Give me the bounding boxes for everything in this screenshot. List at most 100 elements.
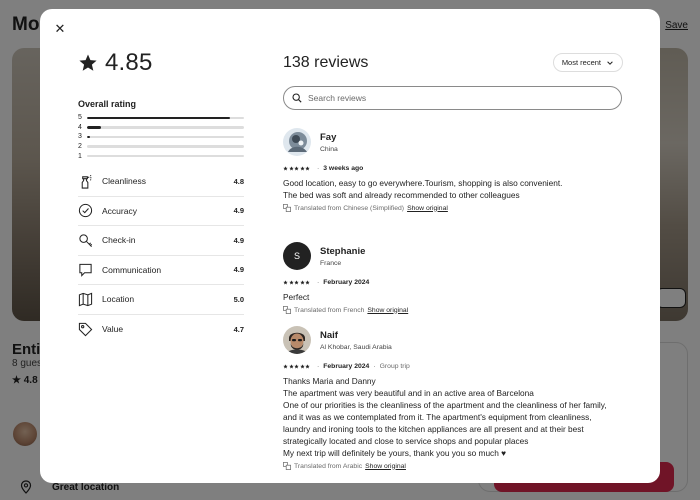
overall-score-header: 4.85 <box>78 49 153 77</box>
star-icon <box>79 54 97 71</box>
category-score: 4.7 <box>233 324 244 334</box>
overall-rating-label: Overall rating <box>78 99 137 109</box>
search-reviews-box[interactable] <box>283 86 622 110</box>
category-accuracy: Accuracy 4.9 <box>78 197 244 226</box>
review-text-line: strategically located and close to servi… <box>283 436 529 446</box>
category-label: Accuracy <box>102 205 137 216</box>
category-check-in: Check-in 4.9 <box>78 226 244 256</box>
reviews-count-title: 138 reviews <box>283 54 369 71</box>
review-item: Naif Al Khobar, Saudi Arabia · February … <box>283 325 623 470</box>
translate-icon <box>283 462 291 470</box>
meta-separator: · <box>316 164 320 172</box>
meta-separator: · <box>316 278 320 286</box>
review-text-line: One of our priorities is the cleanliness… <box>283 400 607 410</box>
rating-row-3: 3 <box>78 132 244 142</box>
rating-row-stars: 3 <box>78 133 82 141</box>
review-date: 3 weeks ago <box>323 164 364 172</box>
review-star-rating <box>283 363 311 369</box>
review-text-line: Perfect <box>283 292 310 302</box>
search-reviews-input[interactable] <box>308 93 608 103</box>
review-text: Perfect <box>283 291 623 303</box>
star-icon <box>283 363 288 368</box>
reviewer-avatar[interactable] <box>283 326 311 354</box>
sort-dropdown-label: Most recent <box>561 58 601 67</box>
reviewer-avatar[interactable]: S <box>283 242 311 270</box>
review-text-line: laundry and ironing tools to the kitchen… <box>283 424 584 434</box>
rating-row-2: 2 <box>78 142 244 152</box>
rating-row-stars: 4 <box>78 123 82 131</box>
meta-separator: · <box>316 362 320 370</box>
category-score: 4.8 <box>233 176 244 186</box>
rating-row-4: 4 <box>78 123 244 133</box>
category-label: Cleanliness <box>102 176 146 187</box>
star-icon <box>288 279 294 284</box>
rating-bar <box>87 154 244 158</box>
review-text-line: Thanks Maria and Danny <box>283 376 376 386</box>
review-text-line: The bed was soft and already recommended… <box>283 190 520 200</box>
reviewer-location: Al Khobar, Saudi Arabia <box>320 343 392 351</box>
reviewer-name: Fay <box>320 131 337 143</box>
review-star-rating <box>283 165 311 171</box>
review-text: Good location, easy to go everywhere.Tou… <box>283 177 623 201</box>
review-item: Fay China · 3 weeks ago Good location, e… <box>283 127 623 212</box>
meta-separator: · <box>373 362 376 370</box>
rating-bar-fill <box>87 135 91 139</box>
category-score: 5.0 <box>233 294 244 304</box>
rating-distribution: 5 4 3 2 1 <box>78 113 244 161</box>
translation-note: Translated from Arabic Show original <box>283 462 623 470</box>
review-item: S Stephanie France · February 2024 Perfe… <box>283 241 623 314</box>
category-ratings: Cleanliness 4.8 Accuracy 4.9 Check-in 4.… <box>78 167 244 344</box>
star-icon <box>305 165 311 170</box>
star-icon <box>300 279 305 284</box>
show-original-link[interactable]: Show original <box>365 463 406 470</box>
rating-row-1: 1 <box>78 151 244 161</box>
check-circle-icon <box>78 204 93 218</box>
rating-bar <box>87 145 244 148</box>
translate-icon <box>283 306 291 314</box>
star-icon <box>288 165 294 170</box>
reviewer-avatar[interactable] <box>283 128 311 156</box>
reviewer-location: China <box>320 145 338 153</box>
category-label: Value <box>102 324 124 335</box>
star-icon <box>283 165 288 170</box>
rating-bar <box>87 135 244 139</box>
category-cleanliness: Cleanliness 4.8 <box>78 167 244 197</box>
category-label: Check-in <box>102 235 136 246</box>
rating-row-5: 5 <box>78 113 244 123</box>
category-label: Location <box>102 294 135 305</box>
review-date: February 2024 <box>323 278 370 286</box>
category-label: Communication <box>102 264 162 275</box>
review-text: Thanks Maria and Danny The apartment was… <box>283 375 623 459</box>
rating-row-stars: 5 <box>78 114 82 122</box>
spray-bottle-icon <box>81 174 92 189</box>
category-score: 4.9 <box>233 235 244 245</box>
chat-bubble-icon <box>79 264 92 278</box>
reviews-modal: ✕ 4.85 Overall rating 5 4 3 2 1 Cleanlin… <box>40 9 660 483</box>
category-communication: Communication 4.9 <box>78 256 244 285</box>
sort-dropdown[interactable]: Most recent <box>552 53 623 72</box>
translated-from-label: Translated from French <box>294 306 365 314</box>
translate-icon <box>283 204 291 212</box>
rating-row-stars: 2 <box>78 143 82 151</box>
reviewer-name: Stephanie <box>320 245 366 257</box>
translated-from-label: Translated from Chinese (Simplified) <box>294 204 405 212</box>
review-date: February 2024 <box>323 362 370 370</box>
review-text-line: and it was as we contemplated from it. T… <box>283 412 592 422</box>
close-button[interactable]: ✕ <box>50 19 70 39</box>
rating-bar <box>87 116 244 120</box>
chevron-down-icon <box>607 60 613 65</box>
category-score: 4.9 <box>233 265 244 275</box>
star-icon <box>305 279 311 284</box>
rating-bar <box>87 126 244 129</box>
search-icon <box>292 93 302 103</box>
star-icon <box>283 279 288 284</box>
show-original-link[interactable]: Show original <box>367 307 408 314</box>
map-icon <box>78 292 93 307</box>
reviewer-location: France <box>320 259 342 267</box>
star-icon <box>300 165 305 170</box>
star-icon <box>294 279 299 284</box>
review-text-line: Good location, easy to go everywhere.Tou… <box>283 178 563 188</box>
translated-from-label: Translated from Arabic <box>294 462 363 470</box>
show-original-link[interactable]: Show original <box>407 205 448 212</box>
star-icon <box>294 363 299 368</box>
